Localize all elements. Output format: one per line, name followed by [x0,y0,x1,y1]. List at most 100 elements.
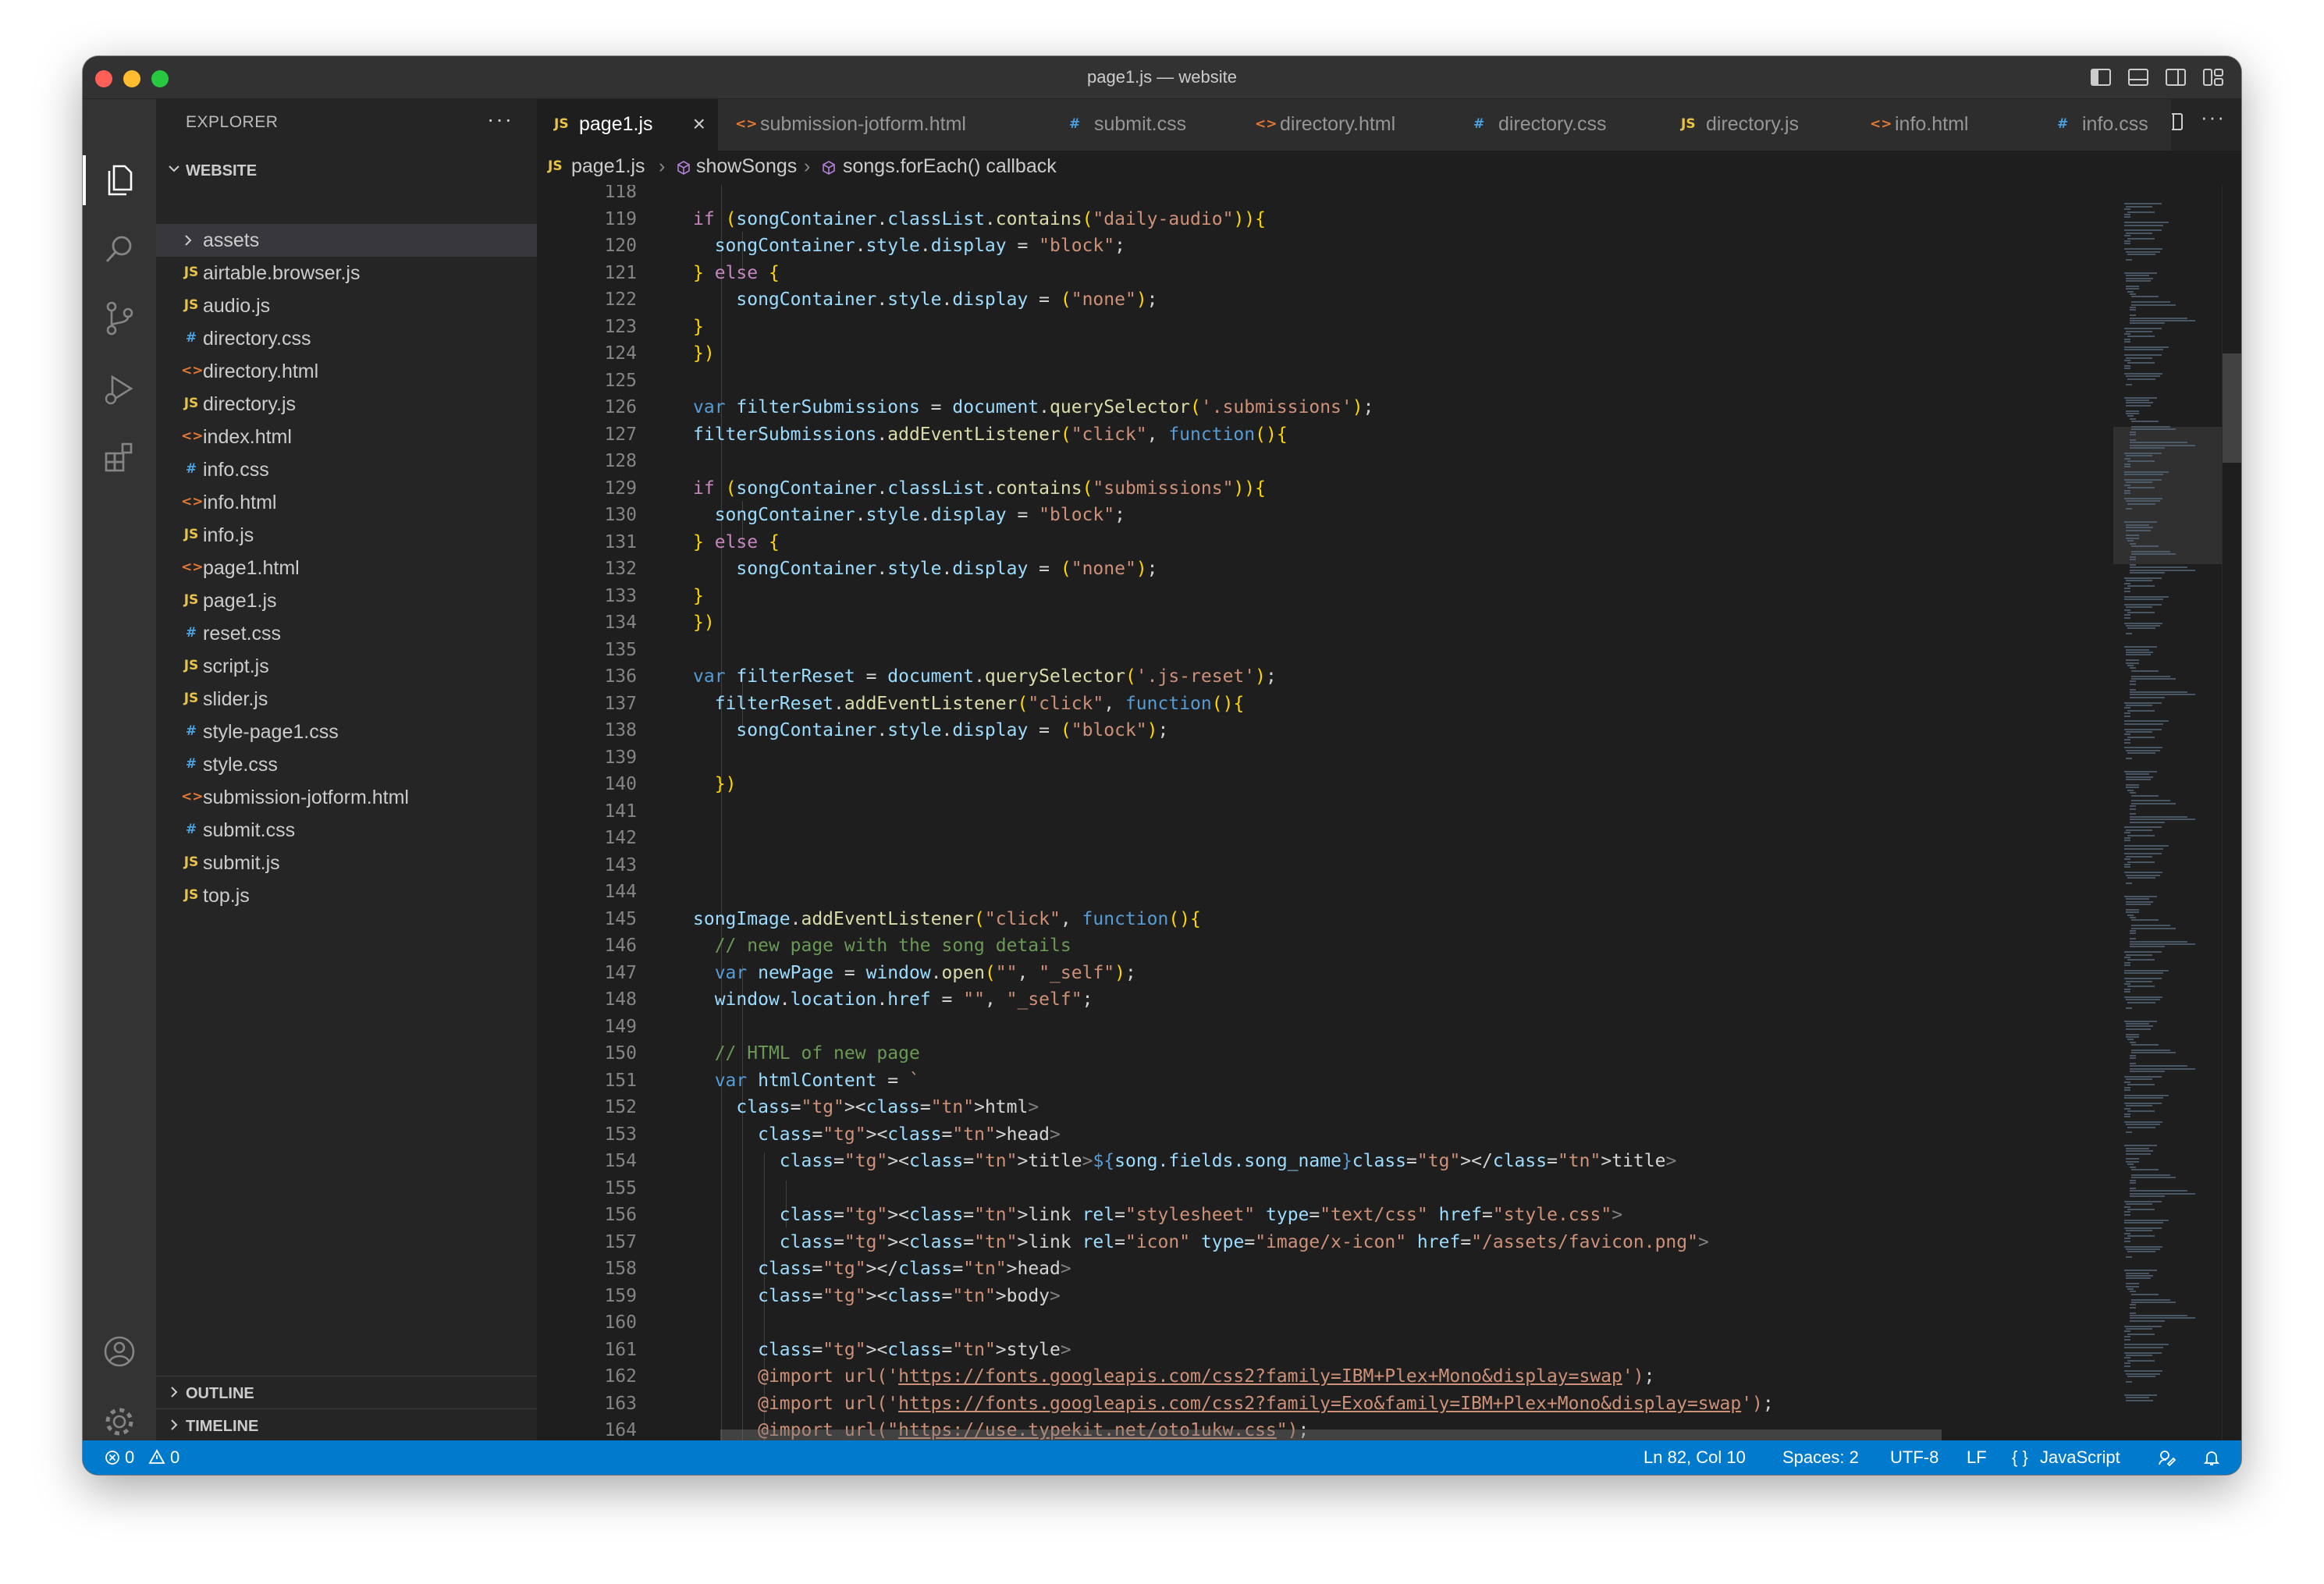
accounts-icon[interactable] [100,1332,139,1371]
minimap-line [2126,731,2153,733]
minimap-line [2124,1357,2130,1359]
editor-tab[interactable]: # directory.css [1456,99,1665,151]
indentation[interactable]: Spaces: 2 [1782,1447,1859,1468]
file-tree-item[interactable]: # style-page1.css [156,716,537,748]
file-tree-item[interactable]: JS submit.js [156,847,537,879]
file-tree-item[interactable]: # submit.css [156,814,537,847]
file-tree-item[interactable]: <> index.html [156,421,537,453]
file-tree-item[interactable]: JS directory.js [156,388,537,421]
editor-tab[interactable]: <> submission-jotform.html [718,99,1053,151]
notifications-bell-icon[interactable] [2202,1448,2221,1467]
file-tree-item[interactable]: assets [156,224,537,257]
source-control-icon[interactable] [100,299,139,338]
editor-tab[interactable]: JS directory.js [1664,99,1853,151]
code-line: class="tg"><class="tn">style> [758,1339,1071,1360]
minimap[interactable] [2113,185,2241,1440]
minimap-line [2130,1044,2159,1046]
manage-gear-icon[interactable] [100,1402,139,1441]
minimap-line [2126,383,2133,385]
vertical-scrollbar[interactable] [2222,185,2241,1440]
minimap-line [2129,431,2136,433]
language-mode[interactable]: JavaScript [2040,1447,2120,1468]
customize-layout-icon[interactable] [2202,67,2224,87]
file-tree-item[interactable]: <> directory.html [156,355,537,388]
minimap-line [2124,1232,2130,1234]
minimap-line [2124,1103,2162,1104]
line-number: 132 [604,559,637,579]
explorer-icon[interactable] [100,160,139,199]
explorer-more-actions[interactable]: ··· [487,107,513,132]
minimap-line [2124,996,2162,998]
minimap-line [2126,455,2153,457]
toggle-primary-sidebar-icon[interactable] [2090,67,2112,87]
chevron-down-icon [169,165,179,172]
minimap-line [2124,747,2162,749]
search-icon[interactable] [100,230,139,269]
minimap-line [2124,222,2169,224]
outline-label: OUTLINE [186,1385,254,1402]
timeline-section[interactable]: TIMELINE [156,1408,537,1440]
file-tree-item[interactable]: JS audio.js [156,289,537,322]
minimap-line [2124,333,2130,335]
file-tree-item[interactable]: JS airtable.browser.js [156,257,537,289]
warning-count[interactable]: 0 [170,1447,179,1468]
file-tree-item[interactable]: JS info.js [156,519,537,552]
minimap-line [2126,1158,2140,1160]
line-number: 133 [604,585,637,606]
more-actions-icon[interactable]: ··· [2201,105,2226,132]
line-number: 162 [604,1366,637,1387]
css-file-icon: # [185,625,197,641]
code-line: class="tg"><class="tn">title>${song.fiel… [779,1151,1677,1171]
vertical-scrollbar-thumb[interactable] [2223,353,2241,463]
line-number: 147 [604,962,637,983]
editor-tab[interactable]: <> info.html [1853,99,2041,151]
tab-label: directory.js [1706,113,1800,135]
file-tree-item[interactable]: <> info.html [156,486,537,519]
file-tree-item[interactable]: # directory.css [156,322,537,355]
file-tree-item[interactable]: # info.css [156,453,537,486]
file-tree-item[interactable]: JS slider.js [156,683,537,716]
outline-section[interactable]: OUTLINE [156,1376,537,1408]
workspace-folder-header[interactable]: WEBSITE [156,155,537,185]
minimap-line [2124,1238,2130,1240]
file-tree-item[interactable]: # style.css [156,748,537,781]
editor-tab[interactable]: <> directory.html [1238,99,1457,151]
breadcrumb-callback[interactable]: songs.forEach() callback [843,155,1057,178]
file-tree-item[interactable]: JS top.js [156,879,537,912]
file-tree-item[interactable]: # reset.css [156,617,537,650]
minimap-line [2129,683,2136,685]
file-tree-item[interactable]: JS page1.js [156,584,537,617]
feedback-icon[interactable] [2157,1448,2176,1467]
file-tree-item[interactable]: JS script.js [156,650,537,683]
breadcrumb-file[interactable]: page1.js [571,155,645,178]
cursor-position[interactable]: Ln 82, Col 10 [1644,1447,1746,1468]
minimap-line [2129,322,2166,325]
end-of-line[interactable]: LF [1967,1447,1987,1468]
minimap-line [2126,1399,2154,1401]
file-tree-item[interactable]: <> page1.html [156,552,537,584]
breadcrumb-function[interactable]: showSongs [696,155,797,178]
error-count[interactable]: 0 [125,1447,134,1468]
minimap-line [2126,232,2153,234]
editor-tab[interactable]: # info.css [2040,99,2172,151]
minimap-line [2126,1272,2149,1274]
encoding[interactable]: UTF-8 [1890,1447,1938,1468]
minimap-line [2124,1240,2130,1242]
minimap-line [2129,293,2136,295]
editor-tab[interactable]: # submit.css [1052,99,1238,151]
run-and-debug-icon[interactable] [100,369,139,408]
code-editor[interactable]: 118 119 120 121 122 123 124 125 126 127 128 129 130 1… [537,185,2113,1440]
file-tree-item[interactable]: <> submission-jotform.html [156,781,537,814]
minimap-line [2129,805,2136,808]
editor-tab[interactable]: JS page1.js × [537,99,719,151]
code-line: class="tg"></class="tn">head> [758,1259,1071,1279]
minimap-line [2126,404,2151,407]
minimap-line [2127,460,2155,463]
close-icon[interactable]: × [693,112,705,137]
minimap-line [2127,861,2155,863]
horizontal-scrollbar[interactable] [720,1430,1942,1440]
toggle-secondary-sidebar-icon[interactable] [2165,67,2187,87]
minimap-line [2129,447,2166,449]
toggle-panel-icon[interactable] [2127,67,2149,87]
extensions-icon[interactable] [100,438,139,477]
